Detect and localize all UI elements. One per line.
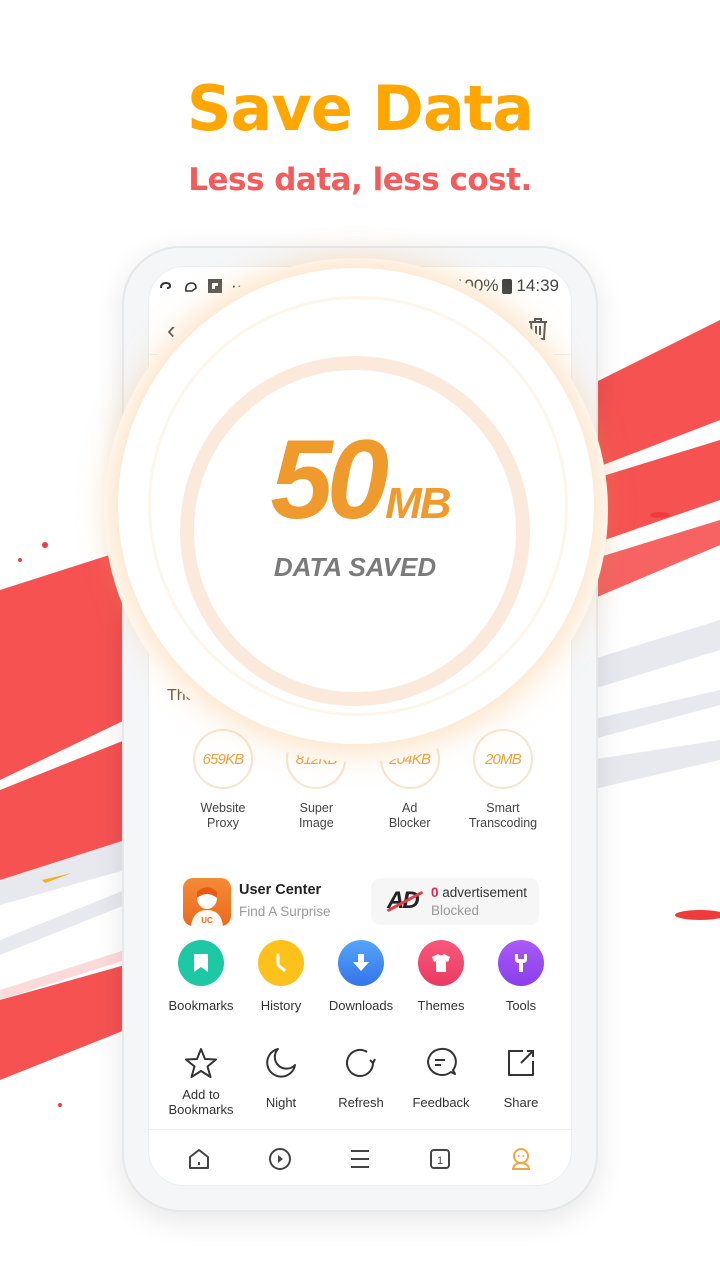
menu-icon	[350, 1149, 369, 1168]
nav-home[interactable]	[174, 1139, 224, 1179]
user-avatar-icon: UC	[191, 887, 223, 926]
link-icon	[160, 281, 172, 289]
action-share[interactable]: Share	[481, 1045, 561, 1117]
download-icon	[338, 940, 384, 986]
stat-label: Super Image	[298, 801, 334, 830]
clock-time: 14:39	[516, 276, 559, 295]
action-refresh[interactable]: Refresh	[321, 1045, 401, 1117]
user-center-subtitle: Find A Surprise	[239, 904, 331, 919]
moon-icon	[266, 1048, 296, 1078]
wrench-icon	[498, 940, 544, 986]
battery-icon	[502, 278, 513, 294]
action-label: Feedback	[412, 1094, 470, 1110]
data-saved-value: 50	[270, 417, 389, 542]
ad-blocked-count: 0 advertisement	[431, 885, 528, 900]
play-icon	[268, 1147, 291, 1170]
tabs-icon: 1	[430, 1148, 451, 1169]
action-night[interactable]: Night	[241, 1045, 321, 1117]
data-saved-label: DATA SAVED	[273, 552, 437, 582]
data-saved-unit: MB	[385, 479, 451, 528]
action-label: Night	[265, 1094, 297, 1110]
action-label: Add to Bookmarks	[168, 1087, 234, 1117]
nav-profile[interactable]	[496, 1139, 546, 1179]
star-icon	[185, 1048, 217, 1078]
action-label: Share	[503, 1094, 539, 1110]
quick-label: Themes	[417, 998, 465, 1013]
stat-website-proxy: 659KB Website Proxy	[177, 729, 269, 831]
ad-blocked-status: Blocked	[431, 903, 480, 918]
action-feedback[interactable]: Feedback	[401, 1045, 481, 1117]
quick-history[interactable]: History	[241, 940, 321, 1013]
clock-icon	[258, 940, 304, 986]
quick-label: Downloads	[328, 998, 394, 1013]
profile-icon	[511, 1147, 530, 1170]
stat-value: 20MB	[472, 729, 533, 789]
quick-tools[interactable]: Tools	[481, 940, 561, 1013]
refresh-icon	[346, 1049, 376, 1077]
user-center-title[interactable]: User Center	[239, 882, 321, 898]
shirt-icon	[418, 940, 464, 986]
stat-value: 659KB	[193, 729, 253, 789]
stat-smart-transcoding: 20MB Smart Transcoding	[457, 729, 549, 831]
nav-video[interactable]	[255, 1139, 305, 1179]
stat-label: Website Proxy	[200, 801, 246, 830]
promo-subline: Less data, less cost.	[188, 162, 532, 198]
quick-label: Tools	[505, 998, 537, 1013]
svg-text:1: 1	[437, 1155, 443, 1167]
user-center-row: UC User Center Find A Surprise AD 0 adve…	[183, 877, 539, 927]
stat-label: Smart Transcoding	[468, 801, 538, 830]
share-icon	[508, 1050, 534, 1076]
nav-tabs[interactable]: 1	[415, 1139, 465, 1179]
nav-menu[interactable]	[335, 1139, 385, 1179]
quick-bookmarks[interactable]: Bookmarks	[161, 940, 241, 1013]
quick-actions: Bookmarks History Downloads Themes Tools	[161, 940, 561, 1013]
quick-label: Bookmarks	[168, 998, 234, 1013]
flipboard-icon	[208, 279, 222, 293]
quick-downloads[interactable]: Downloads	[321, 940, 401, 1013]
promo-headline: Save Data	[186, 72, 534, 145]
action-label: Refresh	[338, 1094, 384, 1110]
ad-blocked-card[interactable]: AD 0 advertisement Blocked	[371, 878, 539, 925]
menu-actions: Add to Bookmarks Night Refresh Feedback …	[161, 1045, 561, 1117]
quick-themes[interactable]: Themes	[401, 940, 481, 1013]
action-add-to-bookmarks[interactable]: Add to Bookmarks	[161, 1045, 241, 1117]
svg-text:UC: UC	[201, 916, 213, 925]
data-saved-total: 50MB	[240, 424, 480, 545]
uc-squirrel-icon	[185, 282, 197, 292]
bottom-nav: 1	[149, 1129, 571, 1185]
stat-label: Ad Blocker	[388, 801, 431, 830]
user-center-avatar[interactable]: UC	[183, 878, 231, 926]
quick-label: History	[260, 998, 302, 1013]
feedback-icon	[427, 1047, 457, 1076]
bookmark-icon	[178, 940, 224, 986]
home-icon	[189, 1148, 210, 1169]
